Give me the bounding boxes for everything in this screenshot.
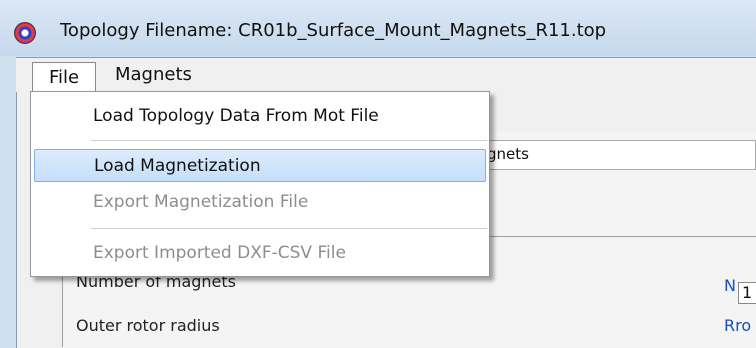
- number-of-magnets-field[interactable]: 1: [738, 282, 756, 304]
- number-of-magnets-symbol: N: [724, 276, 736, 295]
- name-text-field[interactable]: gnets: [470, 140, 756, 170]
- app-logo-icon[interactable]: [14, 22, 36, 44]
- menu-item-load-topology[interactable]: Load Topology Data From Mot File: [31, 100, 489, 133]
- title-bar: Topology Filename: CR01b_Surface_Mount_M…: [0, 0, 756, 56]
- menu-separator: [91, 228, 487, 229]
- menu-magnets[interactable]: Magnets: [115, 64, 192, 85]
- outer-rotor-radius-label: Outer rotor radius: [76, 316, 220, 335]
- window-title: Topology Filename: CR01b_Surface_Mount_M…: [60, 20, 607, 41]
- file-menu-dropdown: Load Topology Data From Mot File Load Ma…: [30, 91, 490, 277]
- menu-file[interactable]: File: [32, 62, 96, 92]
- menu-separator: [91, 140, 487, 141]
- menu-item-export-dxf-csv[interactable]: Export Imported DXF-CSV File: [31, 237, 489, 270]
- outer-rotor-radius-symbol: Rro: [724, 316, 752, 335]
- menu-item-export-magnetization[interactable]: Export Magnetization File: [31, 186, 489, 219]
- menu-item-load-magnetization[interactable]: Load Magnetization: [34, 149, 486, 182]
